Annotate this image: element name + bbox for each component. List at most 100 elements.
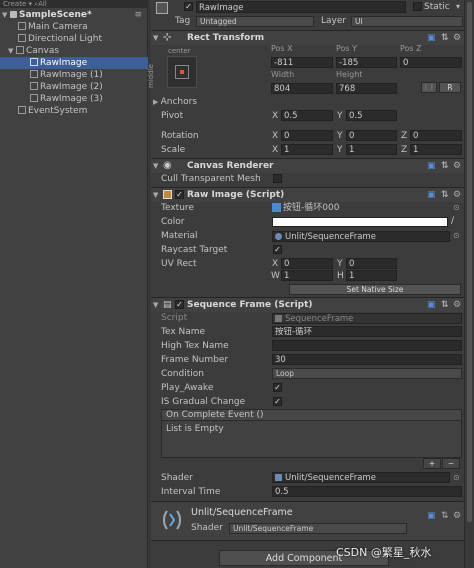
cull-transparent-mesh-checkbox[interactable] — [273, 174, 282, 183]
pos-z-field[interactable]: 0 — [400, 57, 462, 68]
preset-icon[interactable]: ⇅ — [441, 298, 449, 312]
static-dropdown-icon[interactable]: ▾ — [456, 1, 460, 13]
preset-icon[interactable]: ⇅ — [441, 511, 449, 521]
rot-y-field[interactable]: 0 — [346, 130, 397, 141]
preset-icon[interactable]: ⇅ — [441, 31, 449, 45]
material-field[interactable]: Unlit/SequenceFrame — [272, 231, 450, 242]
material-shader-label: Shader — [191, 523, 223, 533]
uv-x-field[interactable]: 0 — [281, 258, 333, 269]
sequence-frame-enabled-checkbox[interactable]: ✓ — [175, 300, 184, 309]
collapse-arrow-icon[interactable]: ▼ — [153, 298, 158, 312]
layer-label: Layer — [321, 16, 347, 26]
pos-x-field[interactable]: -811 — [271, 57, 333, 68]
gear-icon[interactable]: ⚙ — [453, 159, 461, 173]
width-field[interactable]: 804 — [271, 83, 333, 94]
anchors-foldout[interactable]: ▶ Anchors — [153, 96, 197, 108]
gear-icon[interactable]: ⚙ — [453, 511, 461, 521]
object-name-field[interactable]: RawImage — [196, 1, 406, 13]
scale-z-field[interactable]: 1 — [410, 144, 462, 155]
anchor-presets-button[interactable] — [167, 56, 197, 88]
component-title: Canvas Renderer — [187, 161, 274, 171]
pivot-y-field[interactable]: 0.5 — [346, 110, 397, 121]
help-icon[interactable]: ▣ — [427, 298, 436, 312]
uv-h-label: H — [337, 271, 344, 281]
hierarchy-item-eventsystem[interactable]: EventSystem — [0, 105, 148, 117]
material-shader-dropdown[interactable]: Unlit/SequenceFrame — [229, 523, 407, 534]
hierarchy-item-canvas[interactable]: ▼ Canvas — [0, 45, 148, 57]
shader-field[interactable]: Unlit/SequenceFrame — [272, 472, 450, 483]
scrollbar-thumb[interactable] — [467, 2, 472, 522]
rot-x-field[interactable]: 0 — [281, 130, 333, 141]
hierarchy-item-label: Canvas — [26, 46, 60, 56]
eyedropper-icon[interactable]: ∕ — [451, 215, 454, 227]
hierarchy-item-directional-light[interactable]: Directional Light — [0, 33, 148, 45]
blueprint-mode-button[interactable]: ⋮⋮ — [421, 82, 437, 93]
gear-icon[interactable]: ⚙ — [453, 31, 461, 45]
high-tex-name-field[interactable] — [272, 340, 462, 351]
gradual-change-checkbox[interactable]: ✓ — [273, 397, 282, 406]
hierarchy-item-main-camera[interactable]: Main Camera — [0, 21, 148, 33]
scene-row[interactable]: ▼ SampleScene* ≡ — [0, 9, 148, 21]
scale-y-field[interactable]: 1 — [346, 144, 397, 155]
watermark: CSDN @繁星_秋水 — [336, 546, 432, 559]
active-checkbox[interactable]: ✓ — [184, 2, 193, 11]
play-awake-checkbox[interactable]: ✓ — [273, 383, 282, 392]
preset-icon[interactable]: ⇅ — [441, 188, 449, 202]
pivot-y-label: Y — [337, 111, 343, 121]
uv-w-field[interactable]: 1 — [281, 270, 333, 281]
rot-z-field[interactable]: 0 — [410, 130, 462, 141]
raw-image-enabled-checkbox[interactable]: ✓ — [175, 190, 184, 199]
uv-h-field[interactable]: 1 — [346, 270, 397, 281]
gameobject-icon — [30, 70, 38, 78]
help-icon[interactable]: ▣ — [427, 188, 436, 202]
tex-name-field[interactable]: 按钮-循环 — [272, 326, 462, 337]
hierarchy-item-rawimage[interactable]: RawImage — [0, 57, 148, 69]
hierarchy-item-rawimage-3[interactable]: RawImage (3) — [0, 93, 148, 105]
gear-icon[interactable]: ⚙ — [453, 188, 461, 202]
canvas-renderer-header[interactable]: ▼ ◉ Canvas Renderer ▣ ⇅ ⚙ — [151, 159, 464, 173]
hierarchy-item-rawimage-1[interactable]: RawImage (1) — [0, 69, 148, 81]
expand-arrow-icon[interactable]: ▼ — [2, 9, 10, 21]
condition-dropdown[interactable]: Loop — [272, 368, 462, 379]
height-field[interactable]: 768 — [336, 83, 397, 94]
event-list: List is Empty — [161, 421, 462, 458]
tag-dropdown[interactable]: Untagged — [196, 16, 314, 27]
interval-time-field[interactable]: 0.5 — [272, 486, 462, 497]
raw-image-header[interactable]: ▼ ✓ Raw Image (Script) ▣ ⇅ ⚙ — [151, 188, 464, 202]
rotation-label: Rotation — [161, 131, 199, 141]
layer-dropdown[interactable]: UI — [351, 16, 463, 27]
gear-icon[interactable]: ⚙ — [453, 298, 461, 312]
scene-menu-icon[interactable]: ≡ — [134, 9, 142, 21]
expand-arrow-icon[interactable]: ▼ — [8, 45, 16, 57]
raycast-target-checkbox[interactable]: ✓ — [273, 245, 282, 254]
color-field[interactable] — [272, 217, 448, 227]
scale-x-field[interactable]: 1 — [281, 144, 333, 155]
preset-icon[interactable]: ⇅ — [441, 159, 449, 173]
collapse-arrow-icon[interactable]: ▼ — [153, 31, 158, 45]
remove-event-button[interactable]: − — [442, 458, 460, 469]
add-event-button[interactable]: + — [423, 458, 441, 469]
raw-edit-button[interactable]: R — [439, 82, 461, 93]
set-native-size-button[interactable]: Set Native Size — [289, 284, 461, 295]
static-checkbox[interactable] — [413, 2, 422, 11]
collapse-arrow-icon[interactable]: ▼ — [153, 188, 158, 202]
object-picker-icon[interactable]: ⊙ — [453, 230, 460, 242]
frame-number-field[interactable]: 30 — [272, 354, 462, 365]
sequence-frame-header[interactable]: ▼ ▤ ✓ Sequence Frame (Script) ▣ ⇅ ⚙ — [151, 298, 464, 312]
texture-field[interactable]: 按钮-循环000 — [283, 202, 339, 214]
help-icon[interactable]: ▣ — [427, 159, 436, 173]
uv-y-field[interactable]: 0 — [346, 258, 397, 269]
object-picker-icon[interactable]: ⊙ — [453, 472, 460, 484]
shader-value: Unlit/SequenceFrame — [285, 473, 376, 483]
hierarchy-toolbar[interactable]: Create ▾ ⌕All — [0, 0, 148, 8]
help-icon[interactable]: ▣ — [427, 31, 436, 45]
help-icon[interactable]: ▣ — [427, 511, 436, 521]
pos-y-field[interactable]: -185 — [336, 57, 397, 68]
inspector-scrollbar[interactable] — [464, 0, 474, 568]
pivot-x-field[interactable]: 0.5 — [281, 110, 333, 121]
gameobject-icon — [16, 46, 24, 54]
object-picker-icon[interactable]: ⊙ — [453, 202, 460, 214]
collapse-arrow-icon[interactable]: ▼ — [153, 159, 158, 173]
script-field: SequenceFrame — [272, 313, 462, 324]
hierarchy-item-rawimage-2[interactable]: RawImage (2) — [0, 81, 148, 93]
